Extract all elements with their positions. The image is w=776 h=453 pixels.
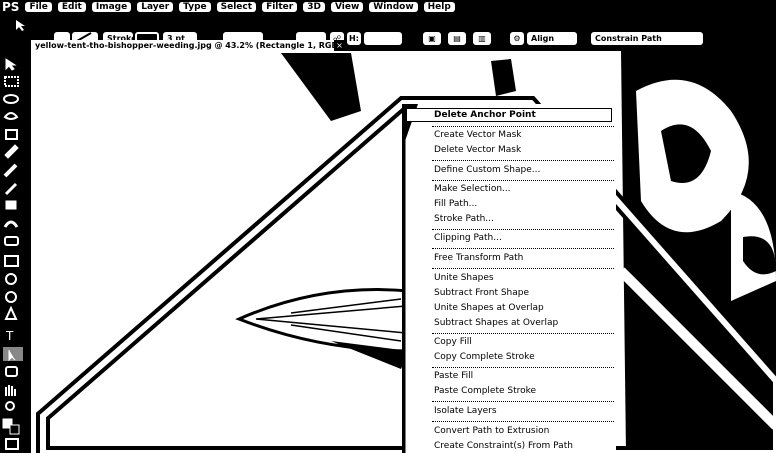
ctx-subtract-shapes-at-overlap[interactable]: Subtract Shapes at Overlap	[434, 316, 558, 330]
ctx-unite-shapes[interactable]: Unite Shapes	[434, 271, 494, 285]
ctx-separator	[432, 229, 614, 230]
ctx-separator	[432, 421, 614, 422]
healing-icon	[3, 163, 18, 178]
menu-bar: PS File Edit Image Layer Type Select Fil…	[0, 0, 776, 14]
ctx-create-vector-mask[interactable]: Create Vector Mask	[434, 128, 522, 142]
ctx-delete-anchor-point[interactable]: Delete Anchor Point	[434, 108, 536, 122]
ctx-create-constraints[interactable]: Create Constraint(s) From Path	[434, 439, 573, 453]
eyedropper-icon	[4, 144, 19, 159]
height-label: H:	[347, 32, 361, 45]
ctx-clipping-path[interactable]: Clipping Path...	[434, 231, 502, 245]
zoom-icon	[5, 401, 15, 411]
ctx-separator	[432, 367, 614, 368]
menu-help[interactable]: Help	[423, 1, 455, 12]
ctx-separator	[432, 401, 614, 402]
menu-layer[interactable]: Layer	[137, 1, 174, 12]
ctx-unite-shapes-at-overlap[interactable]: Unite Shapes at Overlap	[434, 301, 544, 315]
type-icon: T	[5, 329, 14, 343]
close-tab-icon[interactable]: ×	[334, 40, 345, 51]
path-operations-icon[interactable]: ▣	[423, 32, 441, 45]
history-brush-icon	[3, 220, 19, 228]
ctx-separator	[432, 268, 614, 269]
path-select-icon	[3, 347, 23, 361]
move-icon	[5, 58, 17, 71]
options-bar: Stroke 3 pt ☍ H: ▣ ▤ ▥ ⚙ Align Edges Con…	[0, 13, 776, 56]
toolbox: T	[0, 51, 28, 453]
stamp-icon	[5, 200, 17, 210]
lasso-icon	[3, 94, 19, 104]
ctx-separator	[432, 333, 614, 334]
ctx-subtract-front-shape[interactable]: Subtract Front Shape	[434, 286, 529, 300]
context-menu-gutter	[404, 104, 418, 453]
path-alignment-icon[interactable]: ▤	[448, 32, 466, 45]
ctx-make-selection[interactable]: Make Selection...	[434, 182, 511, 196]
ctx-copy-complete-stroke[interactable]: Copy Complete Stroke	[434, 350, 535, 364]
ctx-free-transform-path[interactable]: Free Transform Path	[434, 251, 523, 265]
menu-file[interactable]: File	[25, 1, 52, 12]
quick-mask-icon	[5, 438, 19, 450]
ctx-convert-path-to-extrusion[interactable]: Convert Path to Extrusion	[434, 424, 549, 438]
constrain-path-checkbox[interactable]: Constrain Path Dragging	[591, 32, 703, 56]
eraser-icon	[4, 236, 19, 246]
dodge-icon	[5, 291, 17, 303]
blur-icon	[5, 273, 17, 285]
marquee-icon	[4, 76, 19, 87]
ctx-copy-fill[interactable]: Copy Fill	[434, 335, 472, 349]
brush-icon	[4, 182, 18, 196]
ctx-separator	[432, 160, 614, 161]
ctx-paste-fill[interactable]: Paste Fill	[434, 369, 473, 383]
ctx-separator	[432, 180, 614, 181]
menu-view[interactable]: View	[330, 1, 364, 12]
menu-edit[interactable]: Edit	[57, 1, 86, 12]
path-arrangement-icon[interactable]: ▥	[473, 32, 491, 45]
menu-image[interactable]: Image	[91, 1, 132, 12]
context-menu: Delete Anchor Point Create Vector Mask D…	[402, 104, 616, 453]
menu-select[interactable]: Select	[216, 1, 257, 12]
ctx-paste-complete-stroke[interactable]: Paste Complete Stroke	[434, 384, 536, 398]
ctx-define-custom-shape[interactable]: Define Custom Shape...	[434, 163, 540, 177]
ctx-stroke-path[interactable]: Stroke Path...	[434, 212, 494, 226]
ctx-isolate-layers[interactable]: Isolate Layers	[434, 404, 497, 418]
align-edges-checkbox[interactable]: Align Edges	[527, 32, 577, 56]
gradient-icon	[4, 255, 19, 267]
menu-type[interactable]: Type	[179, 1, 211, 12]
ctx-fill-path[interactable]: Fill Path...	[434, 197, 477, 211]
crop-icon	[5, 129, 18, 140]
height-field[interactable]	[364, 32, 402, 45]
quick-select-icon	[3, 112, 19, 120]
ctx-separator	[432, 248, 614, 249]
menu-filter[interactable]: Filter	[262, 1, 298, 12]
menu-3d[interactable]: 3D	[303, 1, 325, 12]
toolbox-icons: T	[2, 58, 23, 450]
settings-gear-icon[interactable]: ⚙	[510, 32, 524, 45]
hand-icon	[5, 385, 16, 396]
path-tool-icon[interactable]	[14, 18, 30, 32]
shape-icon	[5, 366, 18, 377]
menu-window[interactable]: Window	[369, 1, 418, 12]
app-logo: PS	[2, 0, 20, 14]
ctx-delete-vector-mask[interactable]: Delete Vector Mask	[434, 143, 521, 157]
document-tab[interactable]: yellow-tent-tho-bishopper-weeding.jpg @ …	[31, 40, 341, 51]
pen-icon	[4, 305, 18, 320]
ctx-separator	[432, 126, 614, 127]
